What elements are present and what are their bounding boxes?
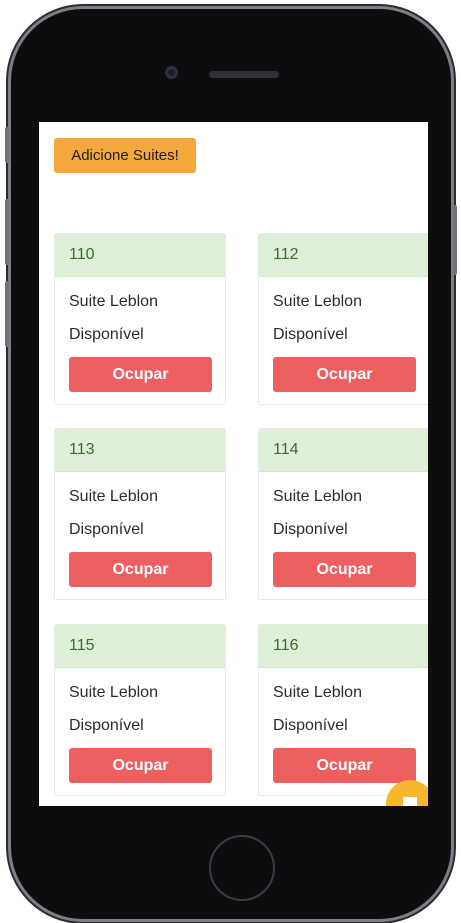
suite-card: 116 Suite Leblon Disponível Ocupar bbox=[258, 624, 428, 796]
suite-status: Disponível bbox=[69, 521, 144, 538]
suite-number: 115 bbox=[55, 625, 225, 668]
suite-card: 112 Suite Leblon Disponível Ocupar bbox=[258, 233, 428, 405]
occupy-button[interactable]: Ocupar bbox=[69, 357, 212, 392]
suite-number: 112 bbox=[259, 234, 428, 277]
suite-name: Suite Leblon bbox=[69, 488, 158, 505]
suite-name: Suite Leblon bbox=[273, 293, 362, 310]
suite-number: 114 bbox=[259, 429, 428, 472]
suite-number: 110 bbox=[55, 234, 225, 277]
suite-card: 113 Suite Leblon Disponível Ocupar bbox=[54, 428, 226, 600]
suite-name: Suite Leblon bbox=[69, 684, 158, 701]
volume-up-button bbox=[5, 199, 9, 265]
mute-switch bbox=[5, 127, 9, 163]
occupy-button[interactable]: Ocupar bbox=[69, 748, 212, 783]
add-suites-button[interactable]: Adicione Suites! bbox=[54, 138, 196, 173]
app-screen: Adicione Suites! 110 Suite Leblon Dispon… bbox=[39, 122, 428, 806]
home-button[interactable] bbox=[209, 835, 275, 901]
occupy-button[interactable]: Ocupar bbox=[273, 748, 416, 783]
suite-number: 113 bbox=[55, 429, 225, 472]
suite-status: Disponível bbox=[69, 326, 144, 343]
chat-icon bbox=[403, 797, 417, 806]
suite-name: Suite Leblon bbox=[273, 684, 362, 701]
volume-down-button bbox=[5, 281, 9, 347]
occupy-button[interactable]: Ocupar bbox=[273, 552, 416, 587]
suite-status: Disponível bbox=[273, 521, 348, 538]
occupy-button[interactable]: Ocupar bbox=[273, 357, 416, 392]
suite-status: Disponível bbox=[273, 717, 348, 734]
earpiece-speaker bbox=[209, 71, 279, 78]
suite-number: 116 bbox=[259, 625, 428, 668]
suite-name: Suite Leblon bbox=[273, 488, 362, 505]
suite-name: Suite Leblon bbox=[69, 293, 158, 310]
occupy-button[interactable]: Ocupar bbox=[69, 552, 212, 587]
suite-card: 115 Suite Leblon Disponível Ocupar bbox=[54, 624, 226, 796]
suite-card: 114 Suite Leblon Disponível Ocupar bbox=[258, 428, 428, 600]
suite-card: 110 Suite Leblon Disponível Ocupar bbox=[54, 233, 226, 405]
suite-status: Disponível bbox=[69, 717, 144, 734]
front-camera bbox=[165, 66, 178, 79]
power-button bbox=[453, 205, 457, 275]
suite-status: Disponível bbox=[273, 326, 348, 343]
